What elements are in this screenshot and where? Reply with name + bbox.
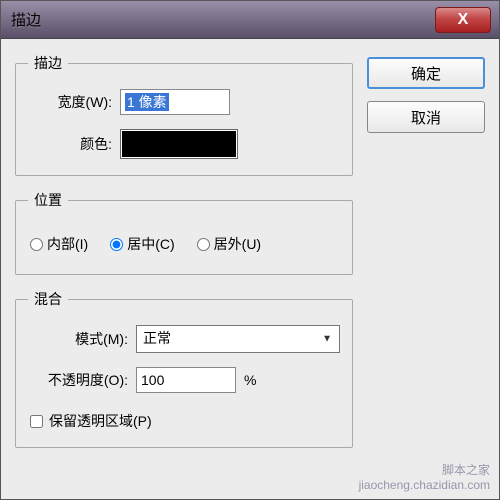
blend-legend: 混合 bbox=[28, 289, 68, 309]
color-label: 颜色: bbox=[28, 134, 120, 154]
radio-outside[interactable]: 居外(U) bbox=[197, 234, 261, 254]
opacity-row: 不透明度(O): % bbox=[28, 367, 340, 393]
radio-center[interactable]: 居中(C) bbox=[110, 234, 174, 254]
mode-select[interactable]: 正常 bbox=[136, 325, 340, 353]
ok-button[interactable]: 确定 bbox=[367, 57, 485, 89]
radio-inside-label: 内部(I) bbox=[47, 234, 88, 254]
blend-group: 混合 模式(M): 正常 不透明度(O): % 保留透明区域(P) bbox=[15, 289, 353, 448]
opacity-input[interactable] bbox=[136, 367, 236, 393]
position-group: 位置 内部(I) 居中(C) 居外(U) bbox=[15, 190, 353, 275]
preserve-checkbox[interactable] bbox=[30, 415, 43, 428]
right-column: 确定 取消 bbox=[367, 53, 485, 495]
mode-value: 正常 bbox=[136, 325, 340, 353]
position-radios: 内部(I) 居中(C) 居外(U) bbox=[28, 226, 340, 258]
window-title: 描边 bbox=[11, 9, 41, 30]
radio-outside-input[interactable] bbox=[197, 238, 210, 251]
stroke-dialog: 描边 X 描边 宽度(W): 1 像素 颜色: 位置 bbox=[0, 0, 500, 500]
stroke-group: 描边 宽度(W): 1 像素 颜色: bbox=[15, 53, 353, 176]
stroke-legend: 描边 bbox=[28, 53, 68, 73]
close-button[interactable]: X bbox=[435, 7, 491, 33]
radio-inside-input[interactable] bbox=[30, 238, 43, 251]
titlebar: 描边 X bbox=[1, 1, 499, 39]
width-input[interactable]: 1 像素 bbox=[120, 89, 230, 115]
preserve-row: 保留透明区域(P) bbox=[28, 407, 340, 431]
radio-center-label: 居中(C) bbox=[127, 234, 174, 254]
cancel-button[interactable]: 取消 bbox=[367, 101, 485, 133]
radio-center-input[interactable] bbox=[110, 238, 123, 251]
radio-outside-label: 居外(U) bbox=[214, 234, 261, 254]
left-column: 描边 宽度(W): 1 像素 颜色: 位置 内部(I) bbox=[15, 53, 353, 495]
dialog-content: 描边 宽度(W): 1 像素 颜色: 位置 内部(I) bbox=[1, 39, 499, 499]
width-label: 宽度(W): bbox=[28, 92, 120, 112]
opacity-label: 不透明度(O): bbox=[28, 370, 136, 390]
color-swatch[interactable] bbox=[120, 129, 238, 159]
opacity-unit: % bbox=[244, 372, 256, 388]
width-row: 宽度(W): 1 像素 bbox=[28, 89, 340, 115]
color-row: 颜色: bbox=[28, 129, 340, 159]
width-value: 1 像素 bbox=[125, 93, 169, 111]
mode-label: 模式(M): bbox=[28, 329, 136, 349]
close-icon: X bbox=[458, 11, 469, 29]
preserve-label: 保留透明区域(P) bbox=[49, 411, 152, 431]
radio-inside[interactable]: 内部(I) bbox=[30, 234, 88, 254]
mode-row: 模式(M): 正常 bbox=[28, 325, 340, 353]
position-legend: 位置 bbox=[28, 190, 68, 210]
